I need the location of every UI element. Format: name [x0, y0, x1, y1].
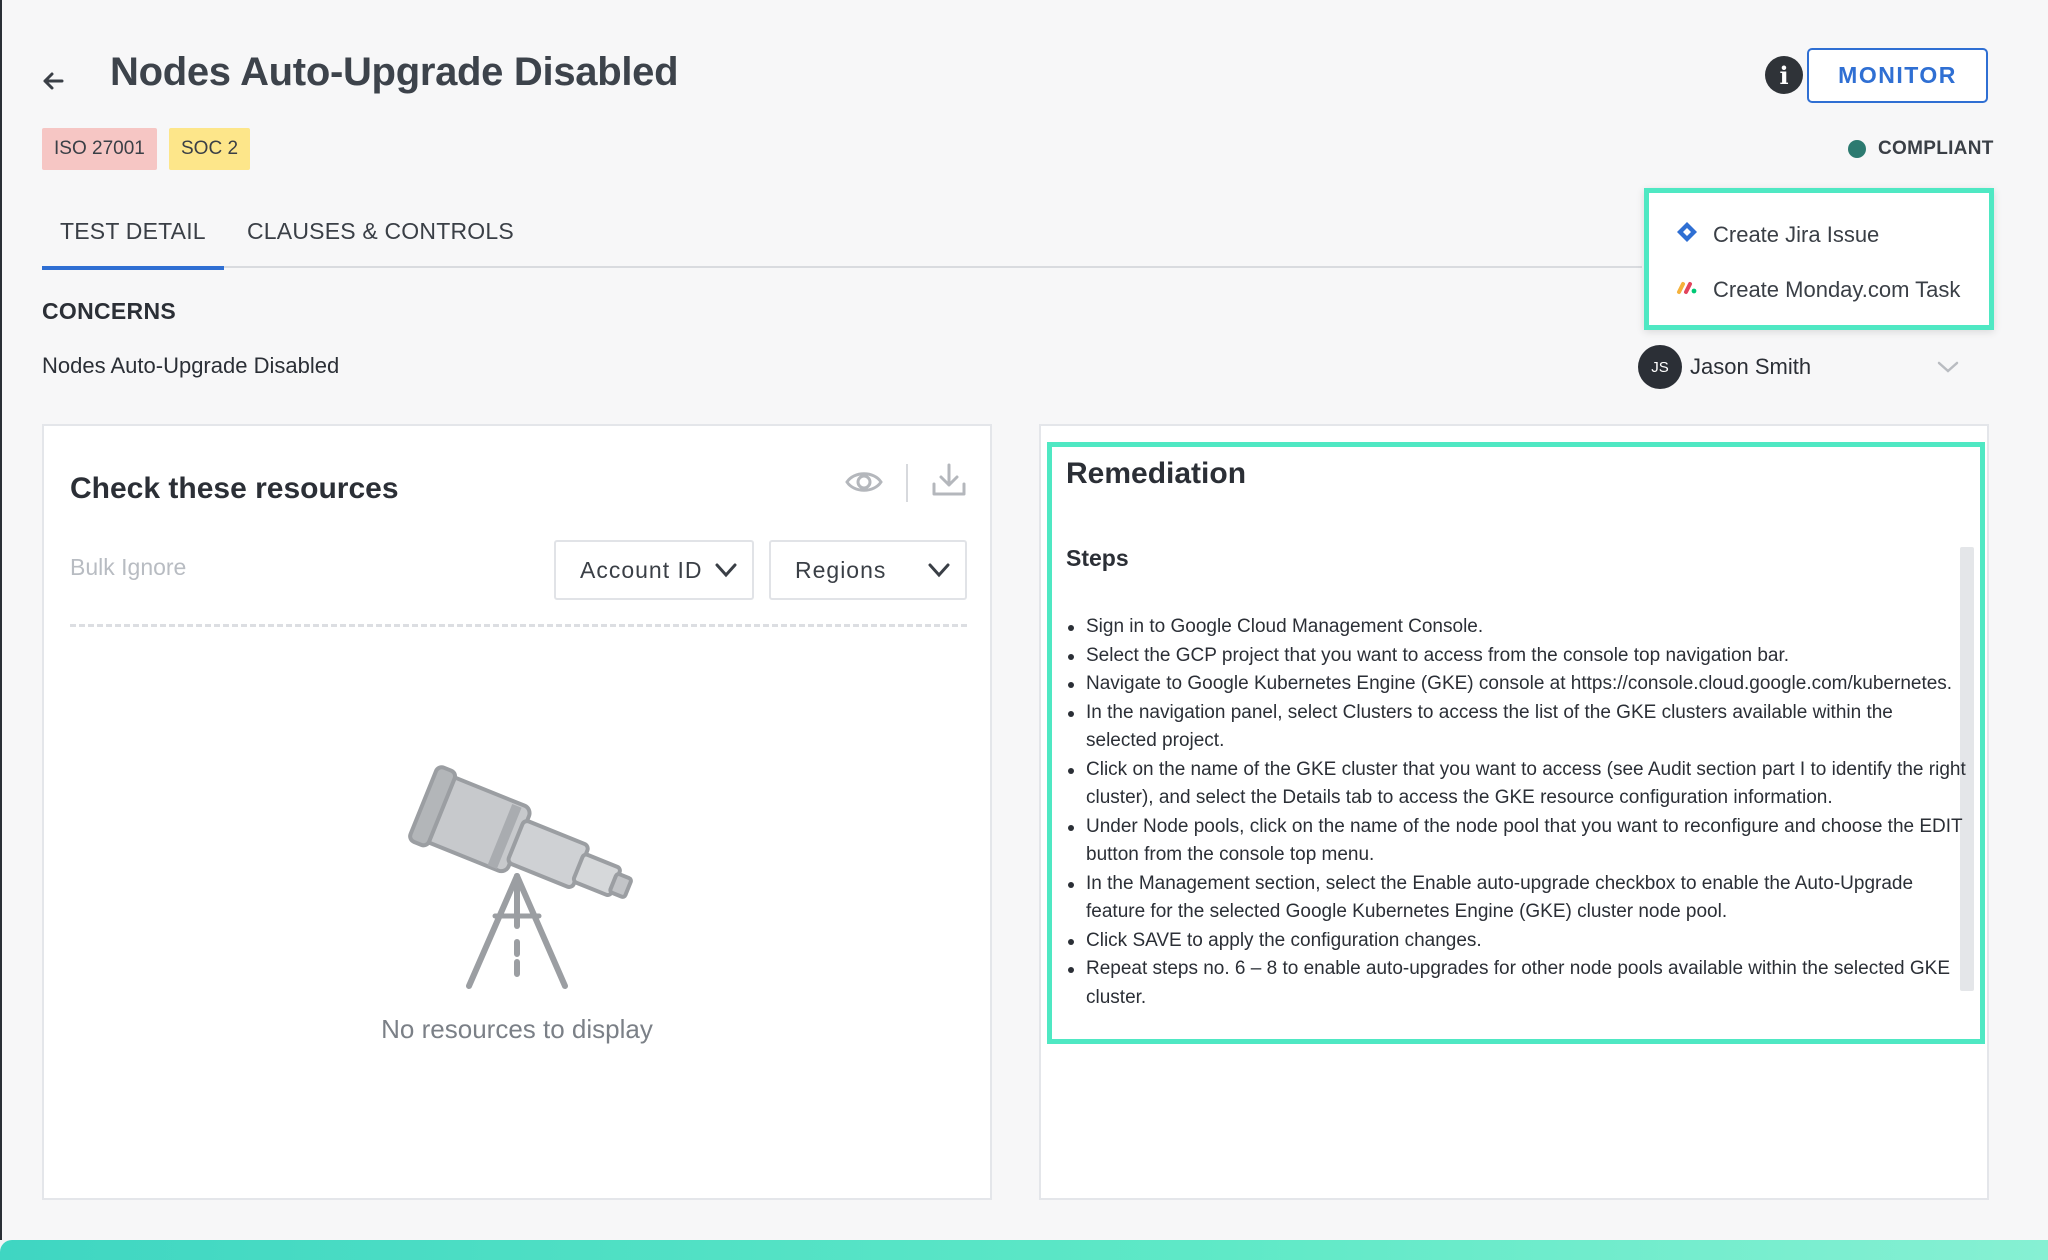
step-item: Under Node pools, click on the name of t… — [1066, 813, 1966, 870]
chevron-down-icon — [1934, 353, 1962, 381]
step-item: In the Management section, select the En… — [1066, 870, 1966, 927]
regions-select[interactable]: Regions — [769, 540, 967, 600]
step-item: Navigate to Google Kubernetes Engine (GK… — [1066, 670, 1966, 699]
bottom-accent-bar — [0, 1240, 2048, 1260]
page-title: Nodes Auto-Upgrade Disabled — [110, 50, 679, 94]
remediation-title: Remediation — [1066, 457, 1247, 490]
concerns-heading: CONCERNS — [42, 298, 177, 324]
remediation-panel: Remediation Steps Sign in to Google Clou… — [1039, 424, 1989, 1200]
step-item: Sign in to Google Cloud Management Conso… — [1066, 613, 1966, 642]
status-label: COMPLIANT — [1878, 138, 1994, 159]
concerns-text: Nodes Auto-Upgrade Disabled — [42, 353, 340, 378]
chevron-down-icon — [925, 556, 953, 584]
steps-heading: Steps — [1066, 545, 1129, 571]
create-ticket-menu: Create Jira Issue Create Monday.com Task — [1644, 188, 1994, 330]
filter-separator — [70, 624, 967, 627]
framework-badge-iso: ISO 27001 — [42, 128, 157, 170]
step-item: Repeat steps no. 6 – 8 to enable auto-up… — [1066, 955, 1966, 1012]
download-icon[interactable] — [929, 460, 969, 500]
account-id-select[interactable]: Account ID — [554, 540, 754, 600]
create-monday-task-item[interactable]: Create Monday.com Task — [1675, 270, 1960, 310]
bulk-ignore-button[interactable]: Bulk Ignore — [70, 554, 186, 581]
avatar: JS — [1638, 345, 1682, 389]
chevron-down-icon — [712, 556, 740, 584]
remediation-box: Remediation Steps Sign in to Google Clou… — [1047, 442, 1985, 1044]
select-label: Account ID — [580, 556, 703, 583]
step-item: Click SAVE to apply the configuration ch… — [1066, 927, 1966, 956]
monitor-button[interactable]: MONITOR — [1807, 48, 1988, 103]
create-jira-issue-item[interactable]: Create Jira Issue — [1675, 215, 1879, 255]
back-arrow-icon[interactable] — [38, 66, 68, 96]
select-label: Regions — [795, 556, 887, 583]
empty-state-text: No resources to display — [381, 1014, 653, 1044]
framework-badge-soc: SOC 2 — [169, 128, 251, 170]
telescope-icon — [399, 756, 659, 996]
eye-icon[interactable] — [844, 462, 884, 502]
monday-icon — [1675, 275, 1699, 305]
status-dot-icon — [1848, 140, 1866, 158]
tab-test-detail[interactable]: TEST DETAIL — [42, 206, 224, 270]
tab-clauses-controls[interactable]: CLAUSES & CONTROLS — [229, 206, 532, 268]
icon-divider — [906, 464, 908, 502]
assignee-select[interactable]: JS Jason Smith — [1638, 345, 1968, 389]
resources-panel: Check these resources Bulk Ignore Accoun… — [42, 424, 992, 1200]
info-icon[interactable]: i — [1765, 56, 1803, 94]
page: Nodes Auto-Upgrade Disabled ISO 27001 SO… — [0, 0, 2048, 1240]
step-item: Click on the name of the GKE cluster tha… — [1066, 756, 1966, 813]
status-indicator: COMPLIANT — [1848, 138, 1994, 160]
jira-icon — [1675, 220, 1699, 250]
steps-list: Sign in to Google Cloud Management Conso… — [1066, 613, 1966, 1012]
tab-bar: TEST DETAIL CLAUSES & CONTROLS — [42, 206, 1642, 270]
step-item: In the navigation panel, select Clusters… — [1066, 699, 1966, 756]
resources-title: Check these resources — [70, 472, 399, 505]
menu-item-label: Create Jira Issue — [1713, 222, 1880, 247]
step-item: Select the GCP project that you want to … — [1066, 642, 1966, 671]
menu-item-label: Create Monday.com Task — [1713, 277, 1961, 302]
assignee-name: Jason Smith — [1690, 354, 1812, 379]
